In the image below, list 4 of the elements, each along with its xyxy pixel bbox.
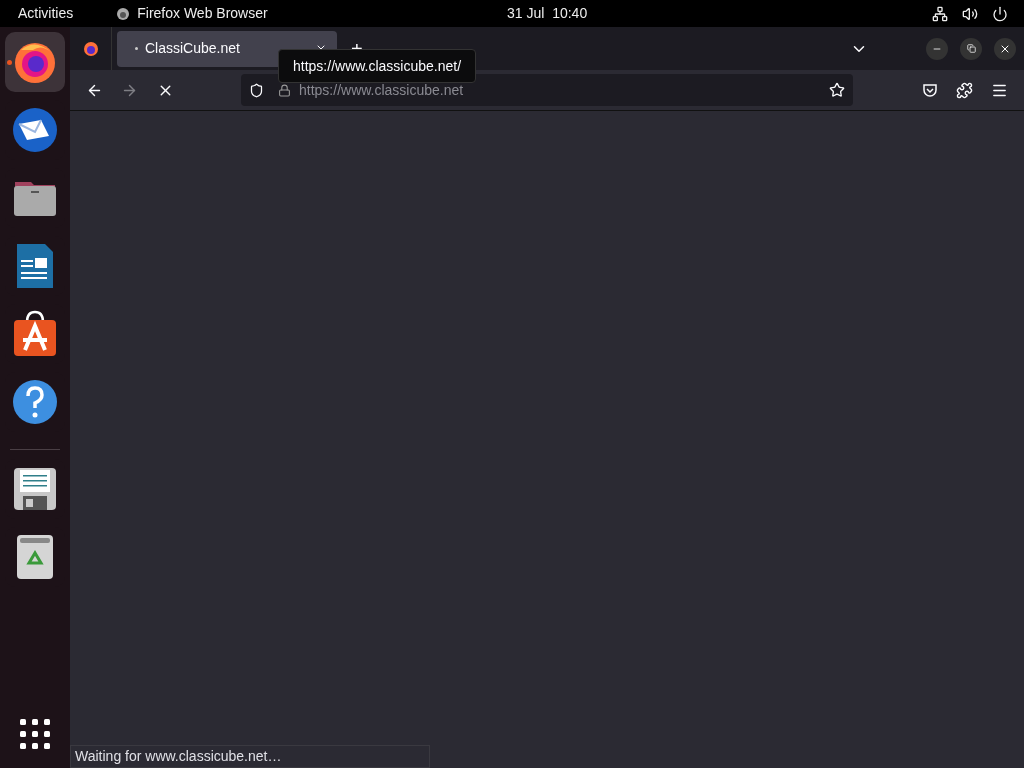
- tab-title: ClassiCube.net: [145, 39, 240, 58]
- status-panel: Waiting for www.classicube.net…: [70, 745, 430, 768]
- url-tooltip: https://www.classicube.net/: [278, 49, 477, 83]
- url-text: https://www.classicube.net: [299, 80, 464, 100]
